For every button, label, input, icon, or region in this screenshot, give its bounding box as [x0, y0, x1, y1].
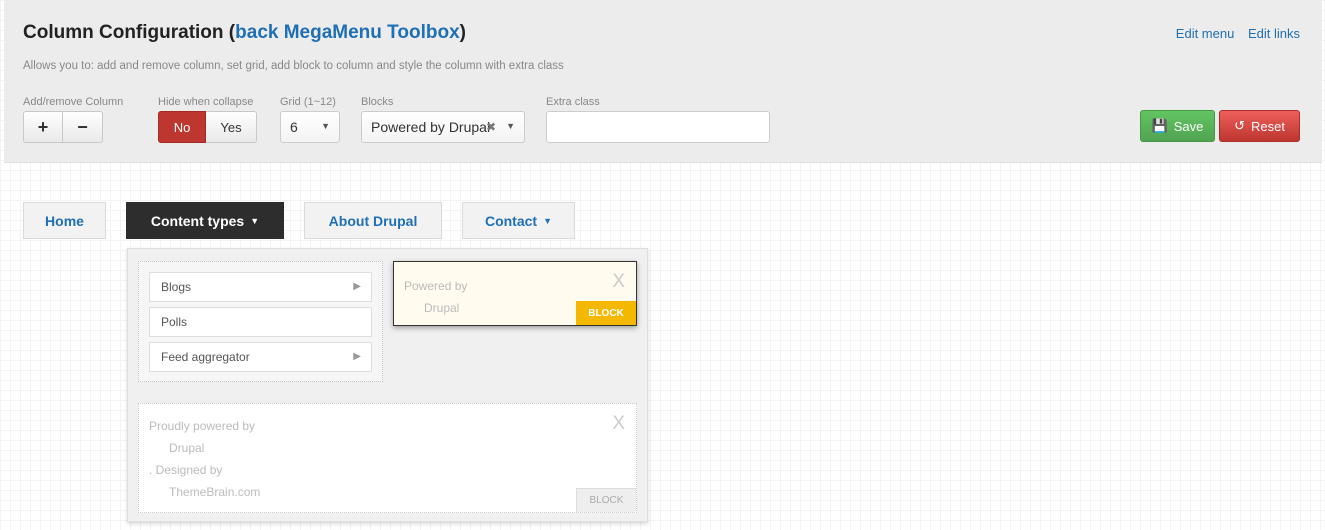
close-icon[interactable]: X	[612, 413, 625, 435]
close-icon[interactable]: X	[612, 271, 625, 293]
caret-down-icon: ▼	[543, 215, 553, 226]
nav-item-label: Home	[45, 212, 84, 229]
block-line: Powered by	[404, 279, 468, 293]
menu-column[interactable]: Blogs ▶ Polls Feed aggregator ▶	[138, 261, 383, 382]
nav-item-label: About Drupal	[328, 212, 418, 229]
block-badge: BLOCK	[576, 301, 636, 325]
extra-class-label: Extra class	[546, 96, 600, 108]
list-item-label: Polls	[161, 315, 188, 329]
block-footer-message[interactable]: Proudly powered by Drupal . Designed by …	[138, 403, 637, 513]
block-line: . Designed by	[149, 463, 223, 477]
clear-icon[interactable]: ✖	[486, 120, 496, 134]
edit-menu-link[interactable]: Edit menu	[1176, 26, 1235, 41]
add-column-button[interactable]: +	[23, 111, 63, 143]
remove-column-button[interactable]: −	[63, 111, 103, 143]
save-button[interactable]: 💾 Save	[1140, 110, 1215, 142]
list-item-feed-aggregator[interactable]: Feed aggregator ▶	[149, 342, 372, 372]
hide-collapse-toggle: No Yes	[158, 111, 257, 143]
block-line: ThemeBrain.com	[169, 485, 261, 499]
block-line: Drupal	[169, 441, 205, 455]
grid-value: 6	[290, 119, 298, 135]
undo-icon: ↺	[1234, 118, 1245, 133]
edit-links-link[interactable]: Edit links	[1248, 26, 1300, 41]
mega-dropdown: Blogs ▶ Polls Feed aggregator ▶ Powered …	[127, 248, 648, 522]
chevron-right-icon: ▶	[353, 351, 361, 362]
reset-button[interactable]: ↺ Reset	[1219, 110, 1300, 142]
nav-item-label: Contact	[484, 212, 538, 229]
hide-yes-button[interactable]: Yes	[206, 111, 257, 143]
title-prefix: Column Configuration (	[23, 22, 236, 43]
add-remove-label: Add/remove Column	[23, 96, 124, 108]
megamenu-toolbox: Column Configuration (back MegaMenu Tool…	[4, 0, 1322, 163]
grid-label: Grid (1~12)	[280, 96, 336, 108]
extra-class-input[interactable]	[546, 111, 770, 143]
save-icon: 💾	[1151, 118, 1168, 133]
minus-icon: −	[77, 116, 88, 137]
block-line: Drupal	[424, 301, 460, 315]
nav-item-label: Content types	[150, 212, 245, 229]
nav-item-contact[interactable]: Contact ▼	[462, 202, 575, 239]
list-item-label: Feed aggregator	[161, 350, 250, 364]
blocks-select[interactable]: Powered by Drupal ✖ ▼	[361, 111, 525, 143]
save-label: Save	[1173, 118, 1204, 134]
blocks-label: Blocks	[361, 96, 394, 108]
title-suffix: )	[459, 22, 466, 43]
header-links: Edit menu Edit links	[1166, 26, 1300, 41]
nav-item-content-types[interactable]: Content types ▼	[126, 202, 284, 239]
grid-select[interactable]: 6 ▼	[280, 111, 340, 143]
chevron-down-icon: ▼	[321, 121, 330, 131]
reset-label: Reset	[1250, 118, 1285, 134]
list-item-polls[interactable]: Polls	[149, 307, 372, 337]
list-item-label: Blogs	[161, 280, 192, 294]
list-item-blogs[interactable]: Blogs ▶	[149, 272, 372, 302]
block-content: Proudly powered by Drupal . Designed by …	[149, 415, 260, 503]
block-line: Proudly powered by	[149, 419, 256, 433]
block-badge: BLOCK	[576, 488, 636, 512]
blocks-value: Powered by Drupal	[371, 119, 491, 135]
block-powered-by-drupal[interactable]: Powered by Drupal X BLOCK	[393, 261, 637, 326]
add-remove-group: + −	[23, 111, 103, 143]
caret-down-icon: ▼	[250, 215, 260, 226]
nav-item-about-drupal[interactable]: About Drupal	[304, 202, 442, 239]
chevron-right-icon: ▶	[353, 281, 361, 292]
toolbox-description: Allows you to: add and remove column, se…	[23, 60, 564, 72]
hide-no-button[interactable]: No	[158, 111, 206, 143]
plus-icon: +	[37, 116, 49, 137]
block-content: Powered by Drupal	[404, 275, 467, 319]
chevron-down-icon: ▼	[506, 121, 515, 131]
back-toolbox-link[interactable]: back MegaMenu Toolbox	[235, 22, 460, 43]
page-title: Column Configuration (back MegaMenu Tool…	[23, 22, 466, 44]
hide-collapse-label: Hide when collapse	[158, 96, 254, 108]
nav-item-home[interactable]: Home	[23, 202, 106, 239]
